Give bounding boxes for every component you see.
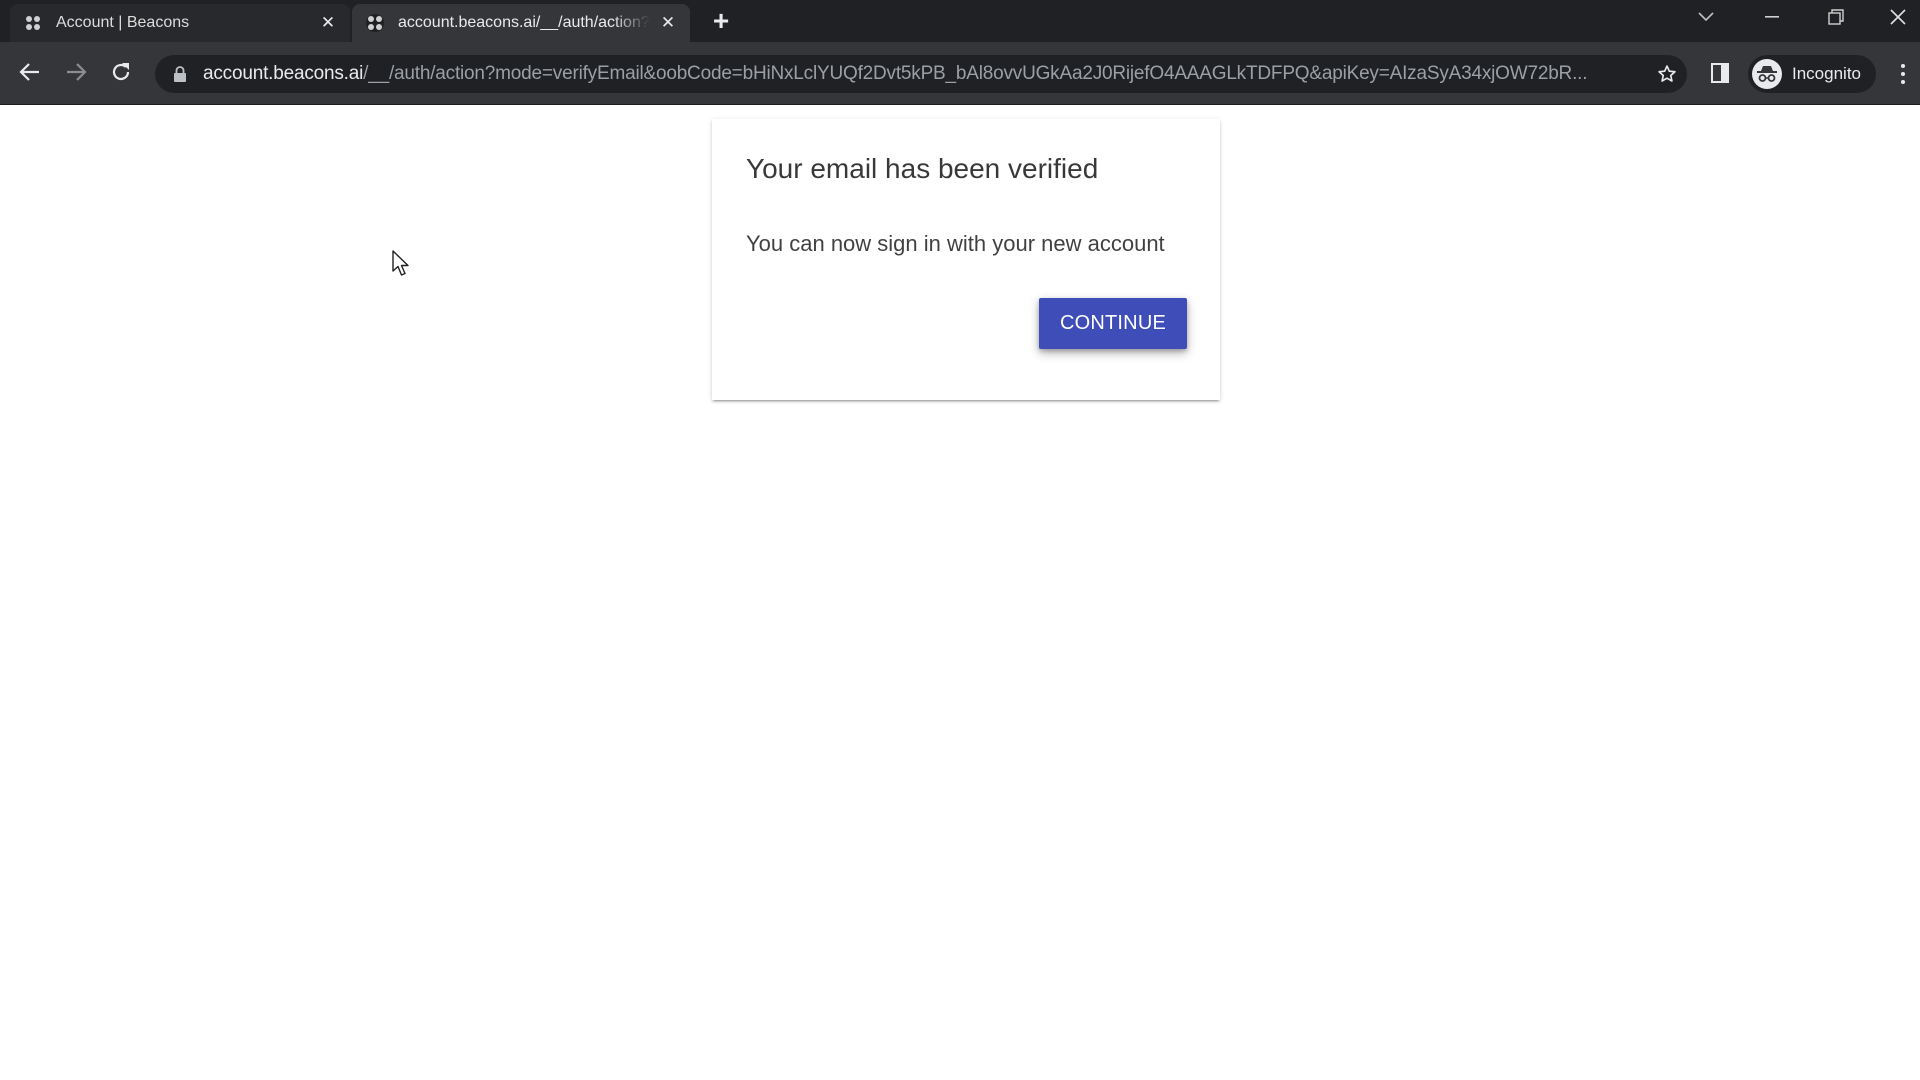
verification-card: Your email has been verified You can now… <box>712 119 1220 400</box>
url-path: /__/auth/action?mode=verifyEmail&oobCode… <box>363 63 1588 84</box>
arrow-left-icon <box>19 63 39 81</box>
beacons-favicon <box>366 14 384 32</box>
url-host: account.beacons.ai <box>203 63 364 84</box>
forward-button[interactable] <box>58 54 94 90</box>
incognito-icon <box>1752 59 1782 89</box>
beacons-favicon <box>24 14 42 32</box>
minimize-button[interactable] <box>1746 0 1798 34</box>
side-panel-button[interactable] <box>1706 58 1734 88</box>
plus-icon: + <box>712 5 730 36</box>
tab-account-beacons[interactable]: Account | Beacons ✕ <box>10 4 350 42</box>
tab-title: Account | Beacons <box>56 14 190 31</box>
continue-button[interactable]: CONTINUE <box>1039 298 1187 349</box>
incognito-profile-button[interactable]: Incognito <box>1748 55 1876 93</box>
tab-title: account.beacons.ai/__/auth/action?mode=v… <box>398 14 650 31</box>
menu-dot <box>1901 72 1905 76</box>
reload-button[interactable] <box>103 54 139 90</box>
close-window-button[interactable] <box>1872 0 1920 34</box>
back-button[interactable] <box>12 54 48 90</box>
browser-menu-button[interactable] <box>1890 58 1916 90</box>
menu-dot <box>1901 64 1905 68</box>
tab-auth-action[interactable]: account.beacons.ai/__/auth/action?mode=v… <box>352 4 690 42</box>
card-message: You can now sign in with your new accoun… <box>746 231 1165 256</box>
lock-icon <box>173 66 189 82</box>
mouse-cursor-icon <box>392 250 409 276</box>
bookmark-star-button[interactable] <box>1647 55 1687 93</box>
restore-button[interactable] <box>1810 0 1862 34</box>
chevron-down-icon <box>1698 12 1714 22</box>
restore-icon <box>1828 9 1844 25</box>
star-icon <box>1658 65 1676 82</box>
page-content: Your email has been verified You can now… <box>0 106 1920 1080</box>
minimize-icon <box>1765 16 1779 18</box>
browser-toolbar: account.beacons.ai/__/auth/action?mode=v… <box>0 42 1920 105</box>
incognito-label: Incognito <box>1792 64 1861 83</box>
tab-search-button[interactable] <box>1680 0 1732 34</box>
reload-icon <box>112 63 130 81</box>
menu-dot <box>1901 80 1905 84</box>
address-bar[interactable]: account.beacons.ai/__/auth/action?mode=v… <box>155 55 1687 93</box>
close-icon <box>1890 9 1906 25</box>
tab-close-icon[interactable]: ✕ <box>658 13 678 33</box>
tab-strip: Account | Beacons ✕ account.beacons.ai/_… <box>0 0 1920 42</box>
arrow-right-icon <box>67 63 87 81</box>
card-title: Your email has been verified <box>746 153 1099 184</box>
url-text[interactable]: account.beacons.ai/__/auth/action?mode=v… <box>203 63 1647 85</box>
side-panel-icon <box>1711 63 1729 83</box>
new-tab-button[interactable]: + <box>706 5 736 36</box>
tab-close-icon[interactable]: ✕ <box>318 13 338 33</box>
